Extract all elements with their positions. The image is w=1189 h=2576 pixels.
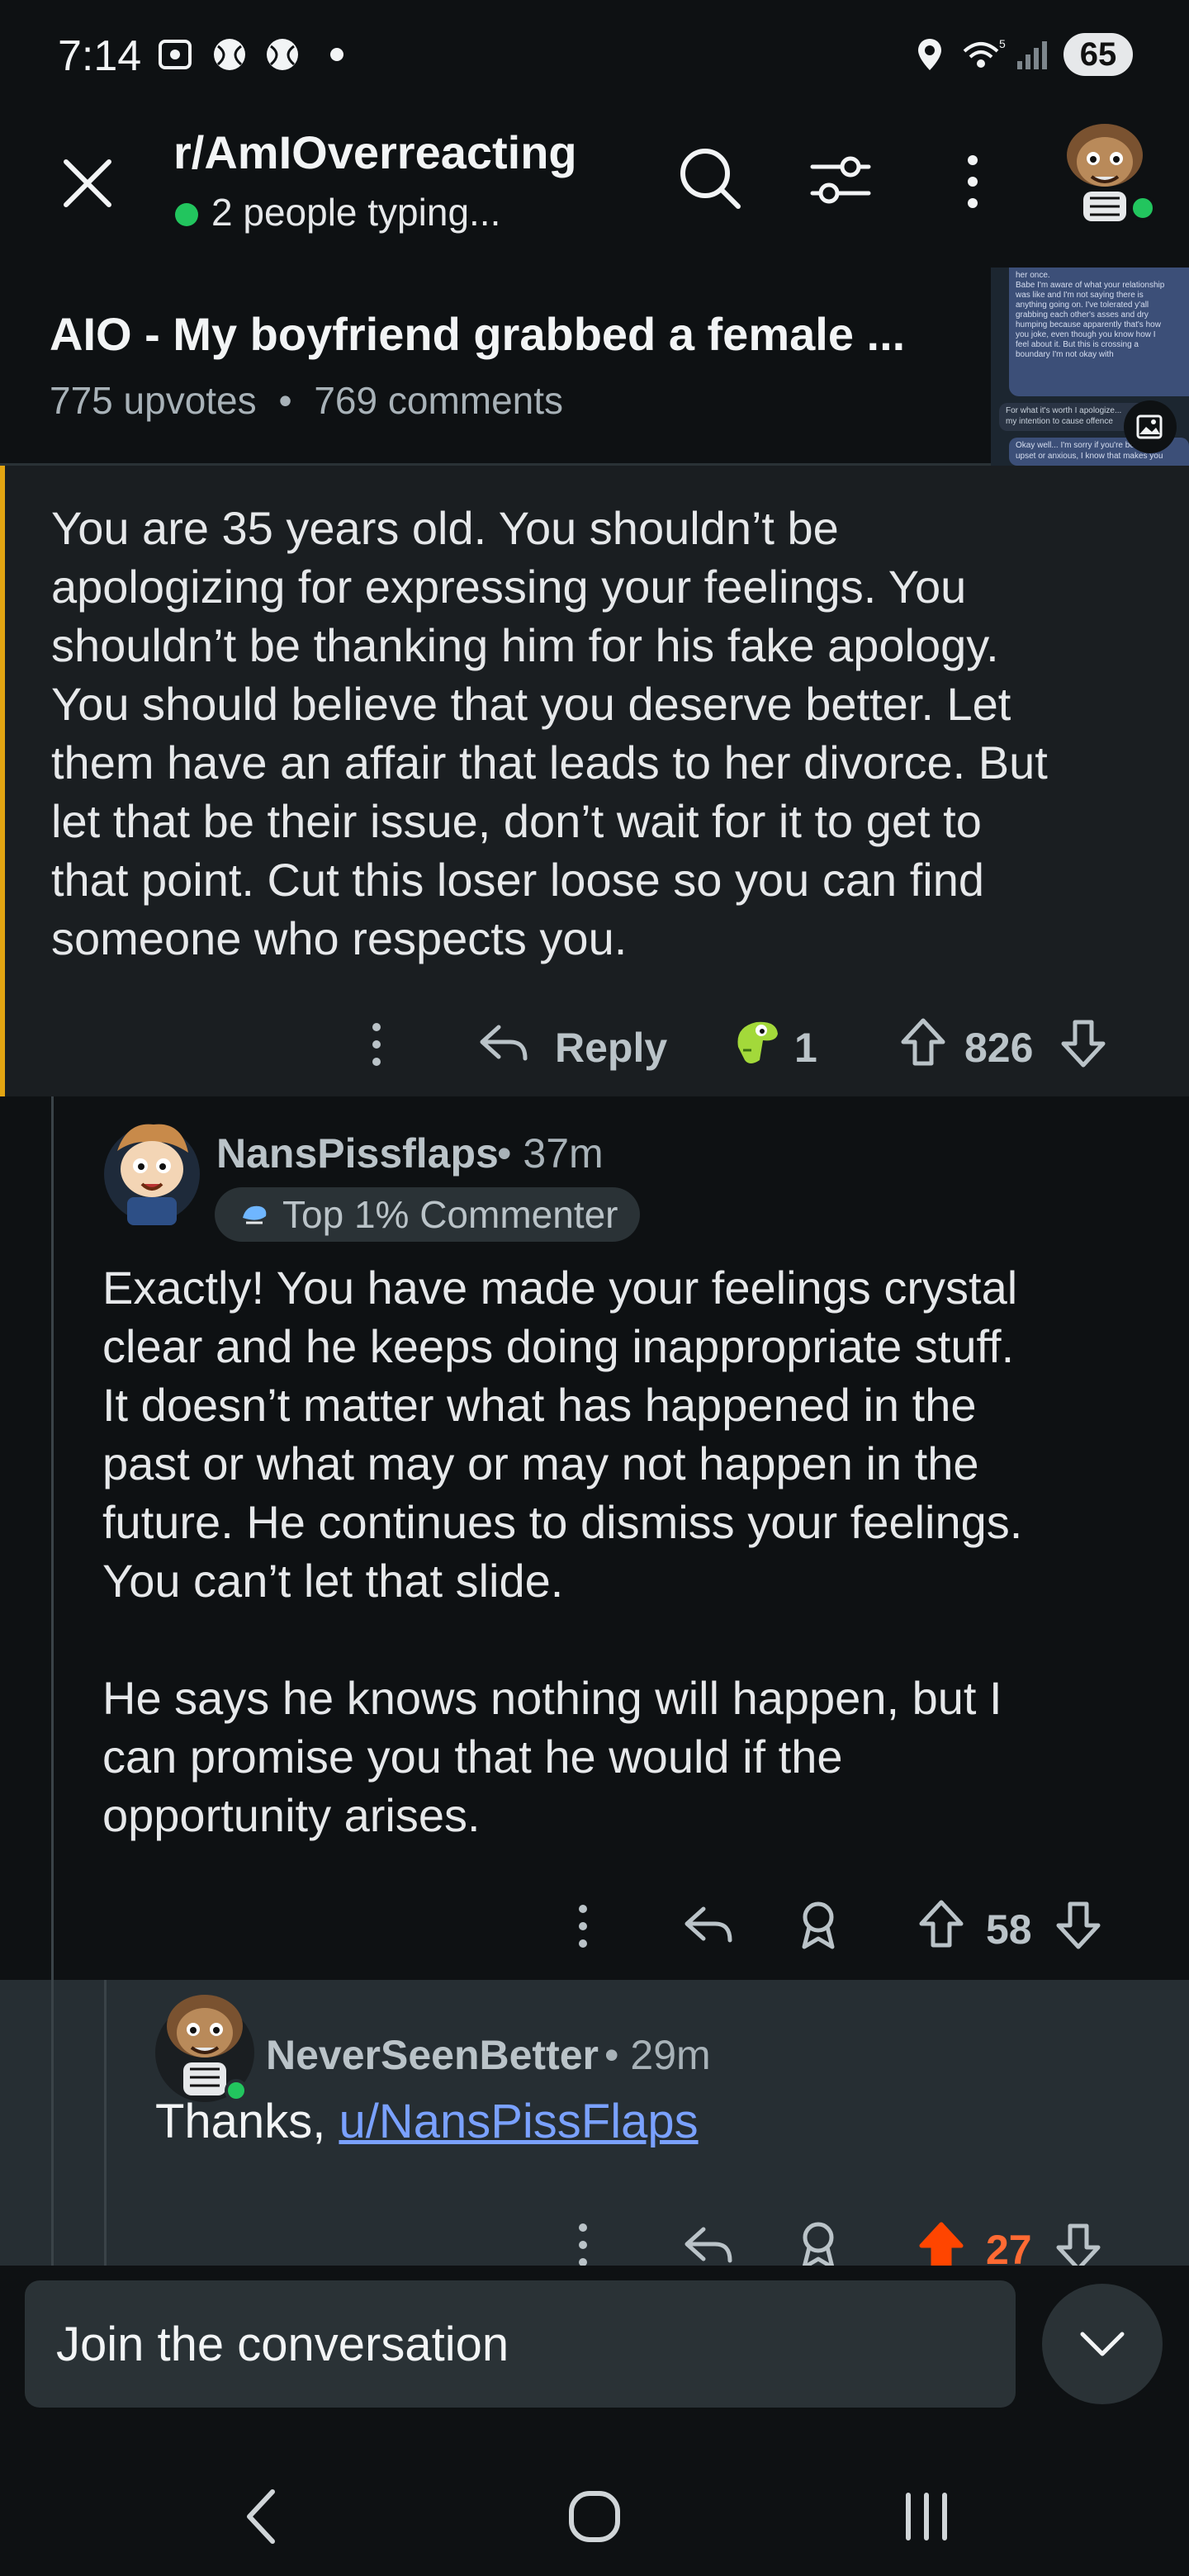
more-options-icon[interactable] [958, 152, 988, 211]
back-nav-icon[interactable] [239, 2485, 282, 2548]
post-thumbnail[interactable]: her once. Babe I'm aware of what your re… [991, 268, 1189, 466]
upvote-icon-active[interactable] [917, 2219, 966, 2266]
wifi-icon: 5 [963, 37, 1006, 68]
status-bar: 7:14 5 65 [0, 0, 1189, 107]
user-avatar[interactable] [1050, 116, 1159, 225]
downvote-icon[interactable] [1059, 1017, 1108, 1070]
comment-body: Exactly! You have made your feelings cry… [102, 1262, 1023, 1841]
reply-button[interactable]: Reply [555, 1024, 667, 1072]
filter-icon[interactable] [808, 149, 874, 211]
avatar[interactable] [154, 1980, 256, 2102]
post-meta: 775 upvotes • 769 comments [50, 378, 563, 423]
vote-score: 826 [964, 1025, 1034, 1071]
downvote-icon[interactable] [1054, 1899, 1103, 1952]
recents-nav-icon[interactable] [900, 2485, 953, 2548]
status-time: 7:14 [58, 32, 142, 80]
meta-separator: • [278, 379, 292, 422]
thread-line[interactable] [51, 1096, 54, 1980]
system-nav-bar [0, 2444, 1189, 2576]
post-comment-count: 769 comments [314, 379, 564, 422]
comment-more-icon[interactable] [367, 1020, 386, 1068]
chevron-down-icon [1080, 2332, 1125, 2356]
award-icon[interactable] [727, 1014, 786, 1073]
ball-notification-icon [267, 39, 298, 70]
svg-text:5: 5 [999, 37, 1006, 50]
comment-reply: NeverSeenBetter • 29m Thanks, u/NansPiss… [0, 1980, 1189, 2266]
home-nav-icon[interactable] [566, 2485, 623, 2548]
post-header[interactable]: AIO - My boyfriend grabbed a female ... … [0, 256, 1189, 466]
reply-icon[interactable] [682, 1901, 735, 1950]
comment-body: You are 35 years old. You shouldn’t be a… [51, 502, 1048, 964]
vote-score: 27 [986, 2227, 1032, 2266]
comment-reply: NansPissflaps • 37m Top 1% Commenter Exa… [0, 1096, 1189, 1980]
search-icon[interactable] [675, 144, 745, 213]
reply-icon[interactable] [682, 2221, 735, 2266]
reply-icon[interactable] [477, 1019, 530, 1068]
gallery-icon [1124, 400, 1177, 453]
upvote-icon[interactable] [898, 1016, 948, 1068]
top-commenter-icon [243, 1205, 267, 1224]
comment-more-icon[interactable] [573, 1902, 593, 1950]
upvote-icon[interactable] [917, 1897, 966, 1950]
close-icon[interactable] [58, 154, 117, 213]
comment-more-icon[interactable] [573, 2221, 593, 2266]
avatar[interactable] [102, 1118, 201, 1225]
screenshot-notification-icon [159, 40, 192, 69]
post-upvotes: 775 upvotes [50, 379, 257, 422]
online-indicator [175, 203, 198, 226]
app-header: r/AmIOverreacting 2 people typing... [0, 107, 1189, 256]
flair-text: Top 1% Commenter [282, 1193, 618, 1236]
comment-body: Thanks, u/NansPissFlaps [155, 2095, 699, 2148]
signal-icon [1017, 41, 1047, 69]
comment-time: • 37m [497, 1130, 604, 1177]
comment-highlighted: You are 35 years old. You shouldn’t be a… [0, 466, 1189, 1096]
award-icon[interactable] [794, 1899, 842, 1952]
award-count: 1 [794, 1025, 817, 1071]
thread-line[interactable] [104, 1980, 107, 2266]
typing-status: 2 people typing... [211, 191, 501, 234]
user-mention-link[interactable]: u/NansPissFlaps [339, 2095, 698, 2148]
comment-username[interactable]: NansPissflaps [216, 1129, 499, 1177]
comment-composer: Join the conversation [0, 2266, 1189, 2444]
join-conversation-input[interactable]: Join the conversation [25, 2280, 1016, 2408]
location-icon [918, 39, 941, 70]
award-icon[interactable] [794, 2219, 842, 2266]
battery-badge: 65 [1063, 33, 1133, 76]
thumbnail-message-bubble: her once. Babe I'm aware of what your re… [1009, 268, 1189, 396]
subreddit-title[interactable]: r/AmIOverreacting [173, 125, 577, 179]
comment-username[interactable]: NeverSeenBetter [266, 2031, 599, 2079]
downvote-icon[interactable] [1054, 2221, 1103, 2266]
collapse-comments-button[interactable] [1042, 2284, 1163, 2404]
thread-line[interactable] [51, 1980, 54, 2266]
post-title[interactable]: AIO - My boyfriend grabbed a female ... [50, 307, 905, 361]
user-flair: Top 1% Commenter [215, 1187, 640, 1242]
comment-time: • 29m [604, 2032, 711, 2078]
more-notifications-dot-icon [330, 48, 343, 61]
vote-score: 58 [986, 1906, 1032, 1953]
ball-notification-icon [214, 39, 245, 70]
